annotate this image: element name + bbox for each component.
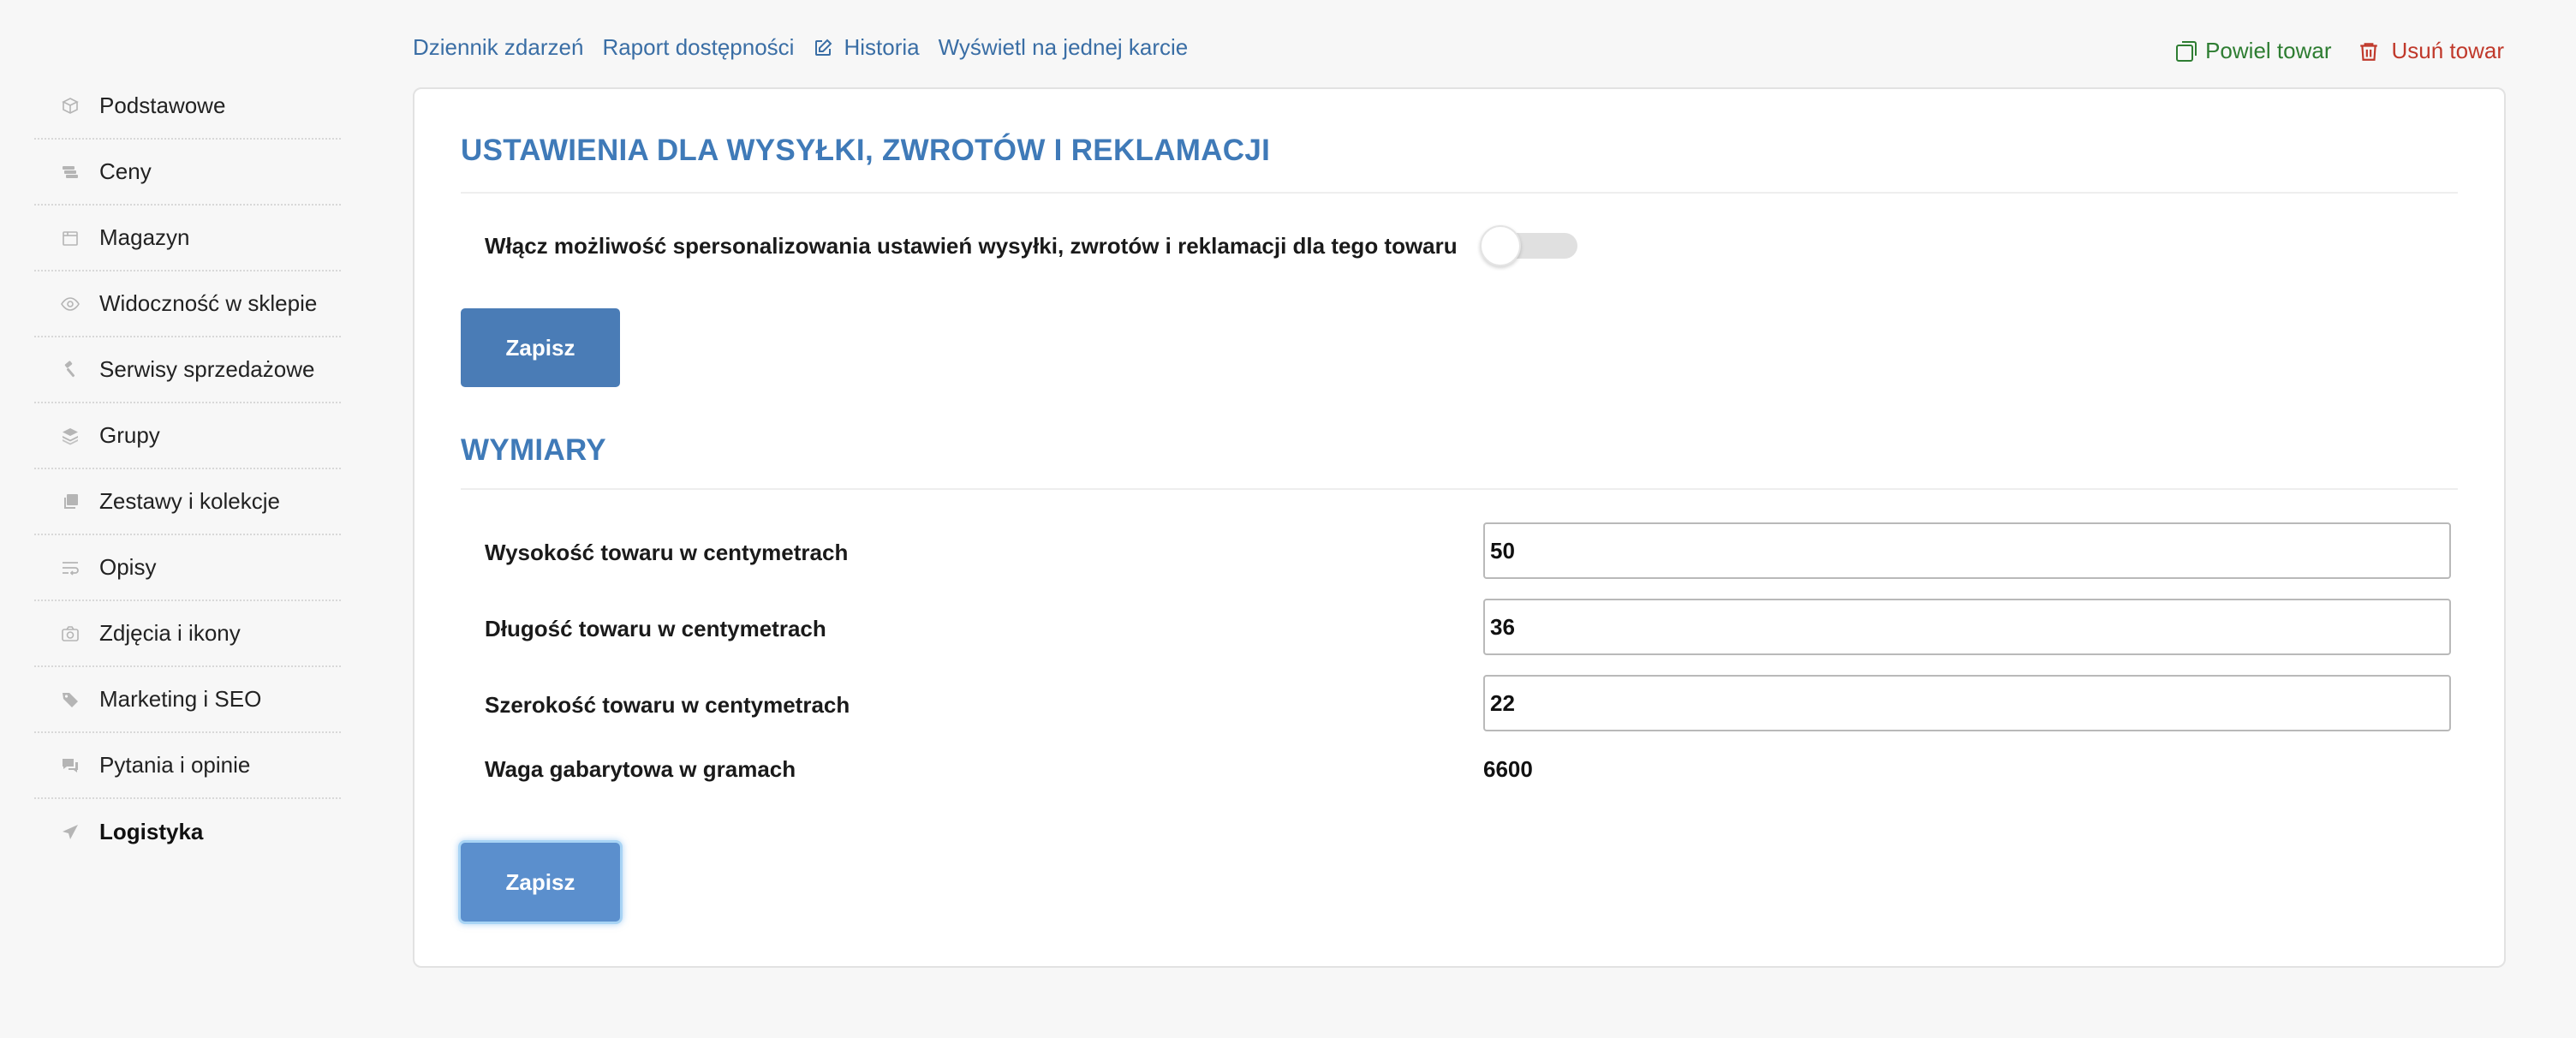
sidebar-item-label: Zdjęcia i ikony [99,620,241,646]
sidebar-item-label: Zestawy i kolekcje [99,488,280,514]
duplicate-button[interactable]: Powiel towar [2174,38,2332,64]
trash-icon [2359,42,2377,61]
sidebar-item-ceny[interactable]: Ceny [34,140,341,206]
sidebar-item-label: Grupy [99,422,160,448]
sidebar-item-pytania[interactable]: Pytania i opinie [34,733,341,799]
sidebar-item-zdjecia[interactable]: Zdjęcia i ikony [34,601,341,667]
shipping-section-title: USTAWIENIA DLA WYSYŁKI, ZWROTÓW I REKLAM… [461,134,1271,167]
warehouse-icon [58,226,82,250]
sidebar-item-label: Magazyn [99,224,190,250]
sidebar-item-label: Widoczność w sklepie [99,290,318,316]
length-input[interactable] [1483,599,2451,655]
sidebar-item-label: Opisy [99,554,157,580]
width-input[interactable] [1483,675,2451,731]
history-link[interactable]: Historia [813,34,920,61]
copy-icon [2176,40,2197,62]
history-label: Historia [844,34,920,60]
sidebar-item-label: Logistyka [99,819,204,844]
dimensions-section-title: WYMIARY [461,433,606,467]
sidebar-item-podstawowe[interactable]: Podstawowe [34,74,341,140]
money-icon [58,160,82,184]
height-label: Wysokość towaru w centymetrach [485,540,849,565]
length-label: Długość towaru w centymetrach [485,616,826,641]
sidebar-item-grupy[interactable]: Grupy [34,403,341,469]
event-log-link[interactable]: Dziennik zdarzeń [413,34,583,61]
sidebar-item-label: Ceny [99,158,152,184]
width-label: Szerokość towaru w centymetrach [485,692,850,718]
save-dimensions-button[interactable]: Zapisz [461,843,620,922]
sidebar-item-label: Marketing i SEO [99,686,262,712]
single-card-link[interactable]: Wyświetl na jednej karcie [939,34,1189,61]
box-icon [58,94,82,118]
gavel-icon [58,358,82,382]
personalize-shipping-toggle[interactable] [1480,225,1577,266]
sidebar-item-opisy[interactable]: Opisy [34,535,341,601]
collection-icon [58,490,82,514]
camera-icon [58,622,82,646]
main-card: USTAWIENIA DLA WYSYŁKI, ZWROTÓW I REKLAM… [413,87,2506,968]
save-shipping-button[interactable]: Zapisz [461,308,620,387]
tags-icon [58,688,82,712]
edit-icon [815,39,832,56]
sidebar-item-marketing[interactable]: Marketing i SEO [34,667,341,733]
availability-report-link[interactable]: Raport dostępności [602,34,794,61]
text-wrap-icon [58,556,82,580]
comments-icon [58,754,82,778]
sidebar-item-serwisy[interactable]: Serwisy sprzedażowe [34,337,341,403]
divider [461,192,2458,194]
sidebar-item-label: Pytania i opinie [99,752,251,778]
dimensional-weight-value: 6600 [1483,756,1533,782]
dimensional-weight-label: Waga gabarytowa w gramach [485,756,796,782]
delete-label: Usuń towar [2391,38,2505,63]
paper-plane-icon [58,820,82,844]
sidebar-item-logistyka[interactable]: Logistyka [34,799,341,865]
top-navigation: Dziennik zdarzeń Raport dostępności Hist… [413,34,1188,61]
sidebar-item-widocznosc[interactable]: Widoczność w sklepie [34,271,341,337]
personalize-shipping-label: Włącz możliwość spersonalizowania ustawi… [485,233,1458,259]
toggle-knob [1480,225,1521,266]
top-actions: Powiel towar Usuń towar [2174,38,2504,64]
sidebar-item-magazyn[interactable]: Magazyn [34,206,341,271]
sidebar-item-zestawy[interactable]: Zestawy i kolekcje [34,469,341,535]
eye-icon [58,292,82,316]
duplicate-label: Powiel towar [2205,38,2332,63]
sidebar: Podstawowe Ceny Magazyn Widoczność w skl… [34,74,341,865]
delete-button[interactable]: Usuń towar [2358,38,2505,64]
layers-icon [58,424,82,448]
sidebar-item-label: Serwisy sprzedażowe [99,356,315,382]
sidebar-item-label: Podstawowe [99,92,226,118]
height-input[interactable] [1483,522,2451,579]
divider [461,488,2458,490]
